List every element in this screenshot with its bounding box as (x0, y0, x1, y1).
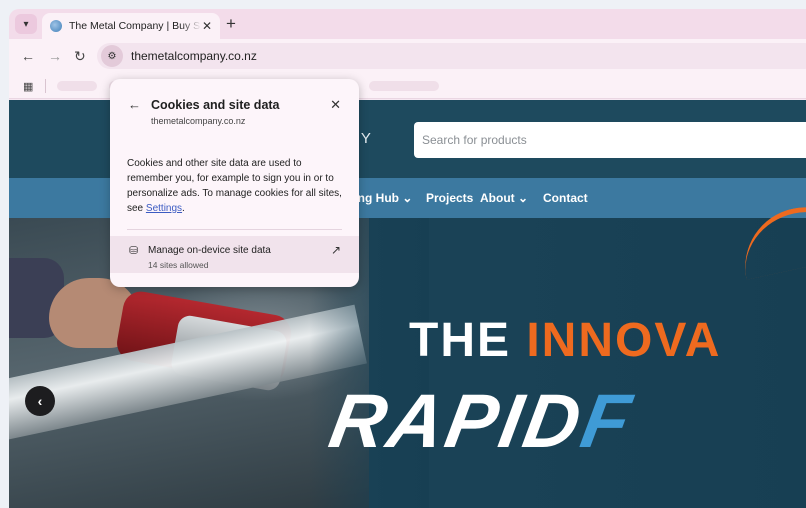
back-arrow-icon[interactable]: ← (128, 97, 141, 112)
product-search-input[interactable]: Search for products (414, 122, 806, 158)
browser-window: ▾ The Metal Company | Buy Stainl ✕ + ← →… (9, 9, 806, 508)
site-favicon (50, 20, 62, 32)
toolbar: ← → ↻ ⚙ themetalcompany.co.nz (9, 39, 806, 73)
nav-projects[interactable]: Projects (426, 191, 473, 205)
forward-icon[interactable]: → (48, 48, 62, 64)
hero-product-name: RAPIDF (323, 379, 640, 464)
open-in-new-icon[interactable]: ↗ (331, 243, 341, 257)
popup-divider (127, 229, 342, 230)
apps-grid-icon[interactable]: ▦ (23, 80, 33, 93)
bookmark-item[interactable] (57, 81, 97, 91)
site-info-tune-icon[interactable]: ⚙ (101, 45, 123, 67)
manage-subtitle: 14 sites allowed (148, 260, 209, 270)
nav-about[interactable]: About ⌄ (480, 191, 528, 205)
bookmark-item[interactable] (369, 81, 439, 91)
nav-contact[interactable]: Contact (543, 191, 588, 205)
close-icon[interactable]: ✕ (330, 97, 341, 113)
url-text[interactable]: themetalcompany.co.nz (131, 49, 257, 63)
manage-title: Manage on-device site data (148, 245, 271, 256)
search-placeholder: Search for products (422, 133, 527, 147)
popup-description: Cookies and other site data are used to … (127, 158, 342, 214)
cookies-site-data-popup: ← Cookies and site data themetalcompany.… (110, 79, 359, 287)
chevron-down-icon: ▾ (23, 18, 29, 30)
carousel-prev-button[interactable]: ‹ (25, 386, 55, 416)
chevron-down-icon: ⌄ (518, 191, 529, 205)
popup-subtitle: themetalcompany.co.nz (151, 116, 246, 126)
popup-title: Cookies and site data (151, 98, 280, 112)
bookmarks-divider (45, 79, 46, 93)
tab-active[interactable]: The Metal Company | Buy Stainl ✕ (42, 13, 220, 39)
chevron-down-icon: ⌄ (402, 191, 413, 205)
back-icon[interactable]: ← (21, 48, 35, 64)
new-tab-button[interactable]: + (226, 14, 236, 34)
manage-site-data-row[interactable]: ⛁ Manage on-device site data 14 sites al… (110, 236, 359, 273)
tab-close-icon[interactable]: ✕ (202, 19, 212, 33)
database-icon: ⛁ (129, 245, 139, 257)
tab-title: The Metal Company | Buy Stainl (69, 20, 201, 32)
tab-search-button[interactable]: ▾ (15, 14, 37, 34)
settings-link[interactable]: Settings (146, 203, 182, 214)
address-bar[interactable]: ⚙ themetalcompany.co.nz (97, 43, 806, 69)
reload-icon[interactable]: ↻ (74, 48, 86, 64)
hero-headline: THE INNOVA (409, 314, 722, 367)
tab-strip: ▾ The Metal Company | Buy Stainl ✕ + (9, 9, 806, 39)
chevron-left-icon: ‹ (37, 393, 43, 409)
